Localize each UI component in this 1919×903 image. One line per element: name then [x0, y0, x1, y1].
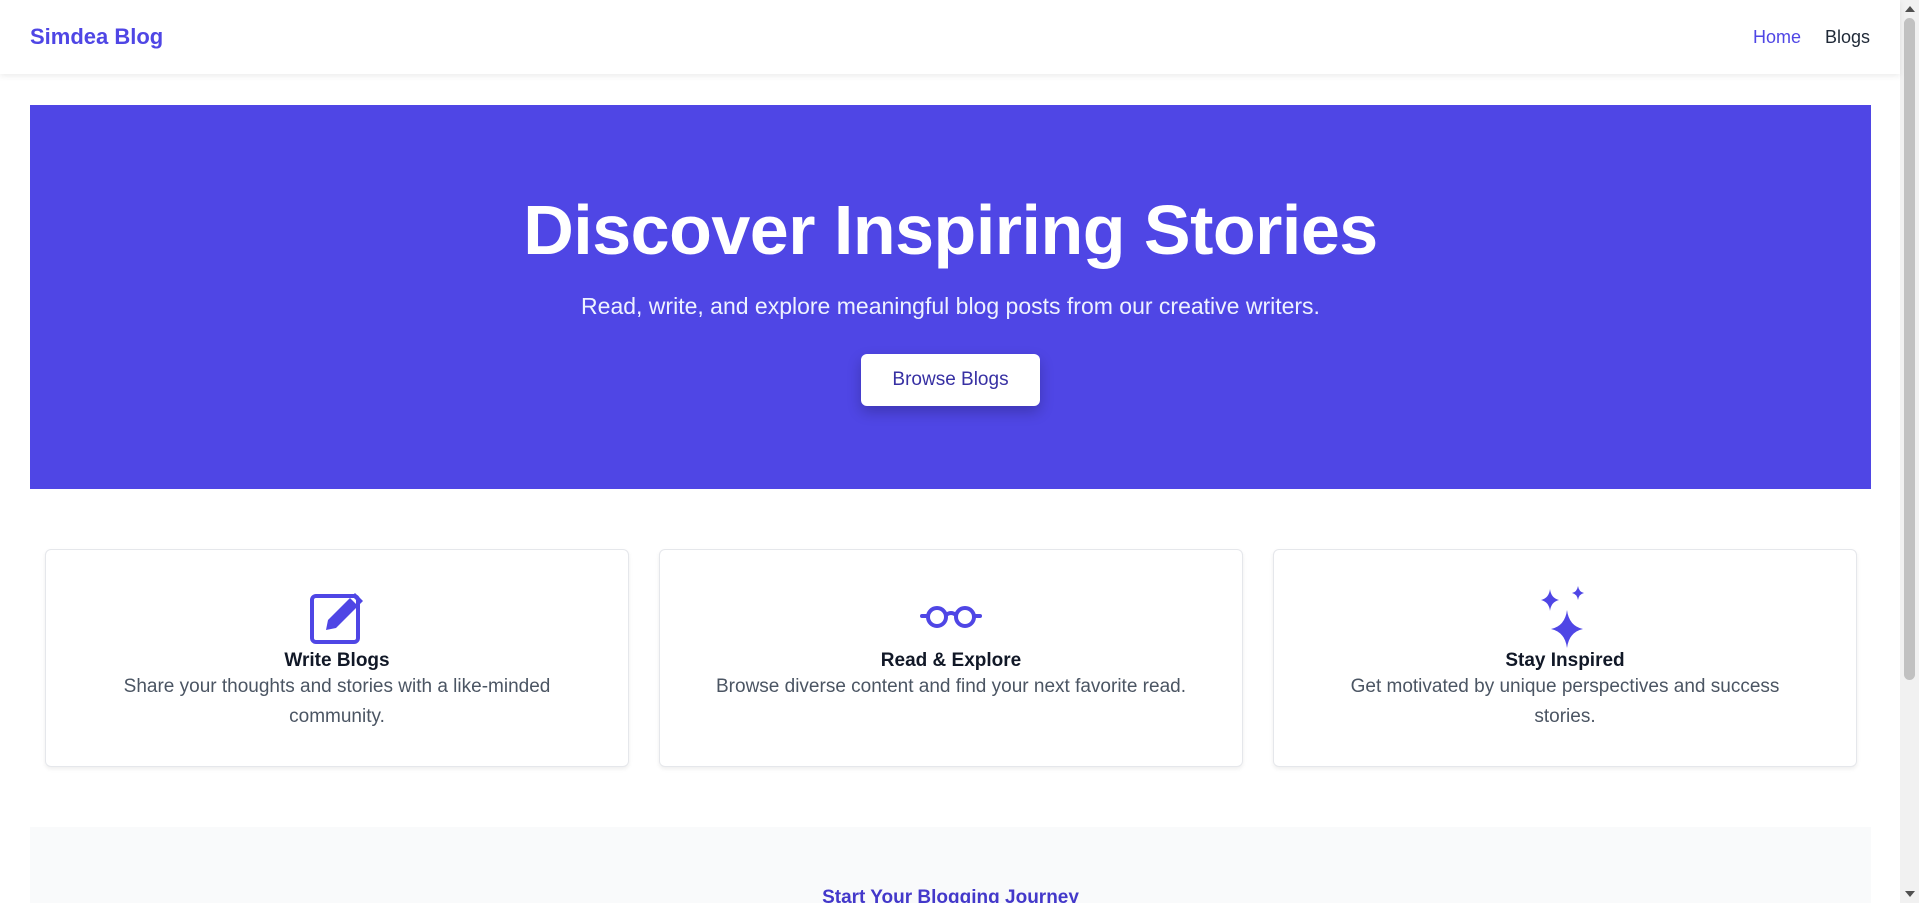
- feature-title: Stay Inspired: [1505, 650, 1625, 671]
- scrollbar-thumb[interactable]: [1904, 18, 1915, 680]
- features-section: Write Blogs Share your thoughts and stor…: [45, 549, 1857, 767]
- hero-subtitle: Read, write, and explore meaningful blog…: [581, 293, 1320, 319]
- feature-title: Write Blogs: [284, 650, 390, 671]
- hero-banner: Discover Inspiring Stories Read, write, …: [30, 105, 1871, 489]
- pencil-square-icon: [46, 588, 628, 646]
- brand-logo-link[interactable]: Simdea Blog: [30, 24, 163, 50]
- feature-card-write: Write Blogs Share your thoughts and stor…: [45, 549, 629, 767]
- nav-link-home[interactable]: Home: [1753, 27, 1801, 48]
- scroll-down-arrow-icon[interactable]: [1905, 891, 1915, 897]
- feature-description: Share your thoughts and stories with a l…: [123, 676, 551, 727]
- glasses-icon: [660, 588, 1242, 646]
- nav-links: Home Blogs: [1753, 27, 1870, 48]
- feature-card-read: Read & Explore Browse diverse content an…: [659, 549, 1243, 767]
- journey-title: Start Your Blogging Journey: [822, 887, 1079, 903]
- scroll-up-arrow-icon[interactable]: [1905, 6, 1915, 12]
- feature-description: Browse diverse content and find your nex…: [716, 676, 1186, 697]
- browse-blogs-button[interactable]: Browse Blogs: [861, 354, 1040, 406]
- feature-title: Read & Explore: [880, 650, 1022, 671]
- feature-description: Get motivated by unique perspectives and…: [1350, 676, 1780, 727]
- hero-title: Discover Inspiring Stories: [523, 191, 1378, 269]
- nav-link-blogs[interactable]: Blogs: [1825, 27, 1870, 48]
- feature-card-inspire: Stay Inspired Get motivated by unique pe…: [1273, 549, 1857, 767]
- page-scrollbar[interactable]: [1900, 0, 1919, 903]
- journey-section: Start Your Blogging Journey: [30, 827, 1871, 903]
- navbar: Simdea Blog Home Blogs: [0, 0, 1900, 74]
- sparkles-icon: [1274, 586, 1856, 648]
